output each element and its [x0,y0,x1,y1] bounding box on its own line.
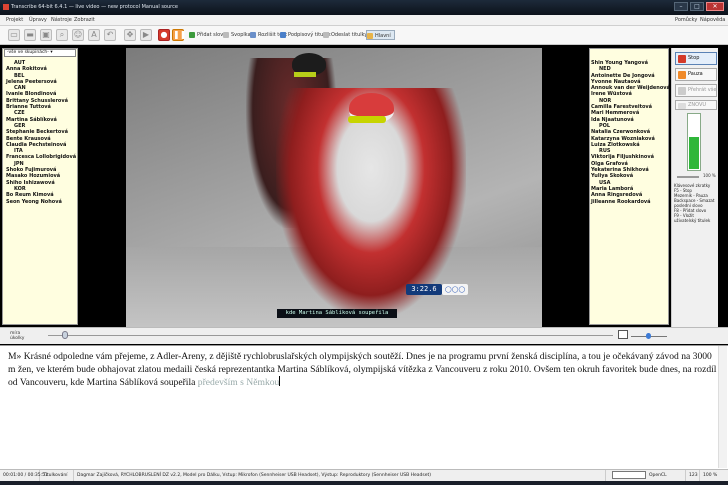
menu-nastroje[interactable]: Nástroje [51,17,72,23]
status-progress-box [612,471,646,479]
split-icon [250,32,256,38]
new-file-icon[interactable]: ▭ [8,29,20,41]
status-label: ZNOVU [688,102,707,108]
app-window: Transcribe 64-bit 6.4.1 — live video — n… [0,0,728,485]
close-button[interactable]: ✕ [706,2,724,11]
menu-zobrazit[interactable]: Zobrazit [74,17,95,23]
video-player[interactable] [78,48,589,327]
zoom-handle[interactable] [646,333,651,339]
transcript-editor[interactable]: M» Krásné odpoledne vám přejeme, z Adler… [0,345,728,469]
open-folder-icon[interactable]: ▬ [24,29,36,41]
fit-view-icon[interactable] [618,330,628,339]
main-button[interactable]: Hlavní [366,30,395,40]
users-icon[interactable]: ☺ [72,29,84,41]
goggles-front [348,116,386,123]
svoplka-label: Svoplka [231,32,251,38]
maximize-button[interactable]: □ [690,2,704,11]
stop-button[interactable]: Stop [675,52,717,65]
svoplka-button[interactable]: Svoplka [223,30,251,40]
window-title: Transcribe 64-bit 6.4.1 — live video — n… [11,4,178,10]
send-subtitles-label: Odeslat titulky [331,32,368,38]
pause-label: Pauza [688,71,703,77]
status-icon [678,103,686,109]
shortcut-line: uživatelský titulek [674,218,711,223]
status-indicator: ZNOVU [675,100,717,110]
move-icon[interactable]: ✥ [124,29,136,41]
menu-projekt[interactable]: Projekt [6,17,23,23]
group-filter-value: -vše ve skupinách- [7,50,49,55]
title-bar: Transcribe 64-bit 6.4.1 — live video — n… [0,0,728,15]
record-icon[interactable]: ● [158,29,170,41]
spellcheck-icon[interactable]: A [88,29,100,41]
shortcuts-legend: Klávesové zkratky F5 - Stop Mezerník - Pau… [674,183,714,223]
add-word-label: Přidat slovo [197,32,227,38]
timeline-label: míra úkolky [10,331,25,341]
volume-slider[interactable] [677,176,699,178]
list-icon [223,32,229,38]
subtitle-icon [280,32,286,38]
left-list-athlete-item[interactable]: Seon Yeong Nohová [6,199,76,205]
pause-icon [678,71,686,79]
main-icon [367,33,373,39]
add-icon [189,32,195,38]
play-icon [678,87,686,95]
app-icon [3,4,9,10]
pause-button[interactable]: Pauza [675,68,717,81]
group-filter-select[interactable]: -vše ve skupinách- ▾ [4,49,76,57]
stop-label: Stop [688,55,700,61]
add-word-button[interactable]: Přidat slovo [189,30,226,40]
play-icon[interactable]: ▶ [140,29,152,41]
video-frame [126,48,542,327]
pause-icon[interactable]: ❚❚ [172,29,186,41]
pending-text: především s Němkou [197,377,280,388]
text-caret [279,376,281,386]
send-subtitles-button[interactable]: Odeslat titulky [323,30,367,40]
os-taskbar [0,481,728,485]
goggles-back [294,72,316,77]
menu-bar: Projekt Úpravy Nástroje Zobrazit Pomůcky… [0,15,728,26]
volume-meter [687,113,701,171]
minimize-button[interactable]: – [674,2,688,11]
left-name-list: AUT Anna Rokitová BEL Jelena Peetersová CAN I… [6,60,76,205]
right-name-list: Shin Young Yangová NED Antoinette De Jongo… [591,60,670,205]
volume-meter-fill [689,136,699,169]
editor-scrollbar[interactable] [718,346,727,468]
left-list-athlete-item[interactable]: Francesca Lollobrigidová [6,154,76,160]
toolbar: ▭ ▬ ▣ ⌕ ☺ A ↶ ✥ ▶ ● ❚❚ Přidat slovo Svop… [0,26,728,45]
play-all-label: Přehrát vše [688,87,717,93]
right-list-athlete-item[interactable]: Jilleanne Rookardová [591,199,670,205]
left-list-athlete-item[interactable]: Stephanie Beckertová [6,129,76,135]
menu-upravy[interactable]: Úpravy [29,17,47,23]
send-icon [323,32,329,38]
play-all-button[interactable]: Přehrát vše [675,84,717,97]
undo-icon[interactable]: ↶ [104,29,116,41]
stop-icon [678,55,686,63]
search-icon[interactable]: ⌕ [56,29,68,41]
live-subtitle: kde Martina Sáblíková soupeřila [277,309,397,318]
olympic-rings-icon: ◯◯◯ [442,284,468,295]
timeline-track[interactable] [48,335,613,336]
menu-pomucky[interactable]: Pomůcky [675,17,697,23]
race-timer: 3:22.6 [406,284,442,295]
main-label: Hlavní [375,33,391,39]
save-icon[interactable]: ▣ [40,29,52,41]
volume-percent: 100 % [703,173,716,178]
menu-napoveda[interactable]: Nápověda [700,17,725,23]
timeline-handle[interactable] [62,331,68,339]
transcript-text: M» Krásné odpoledne vám přejeme, z Adler… [8,351,717,388]
